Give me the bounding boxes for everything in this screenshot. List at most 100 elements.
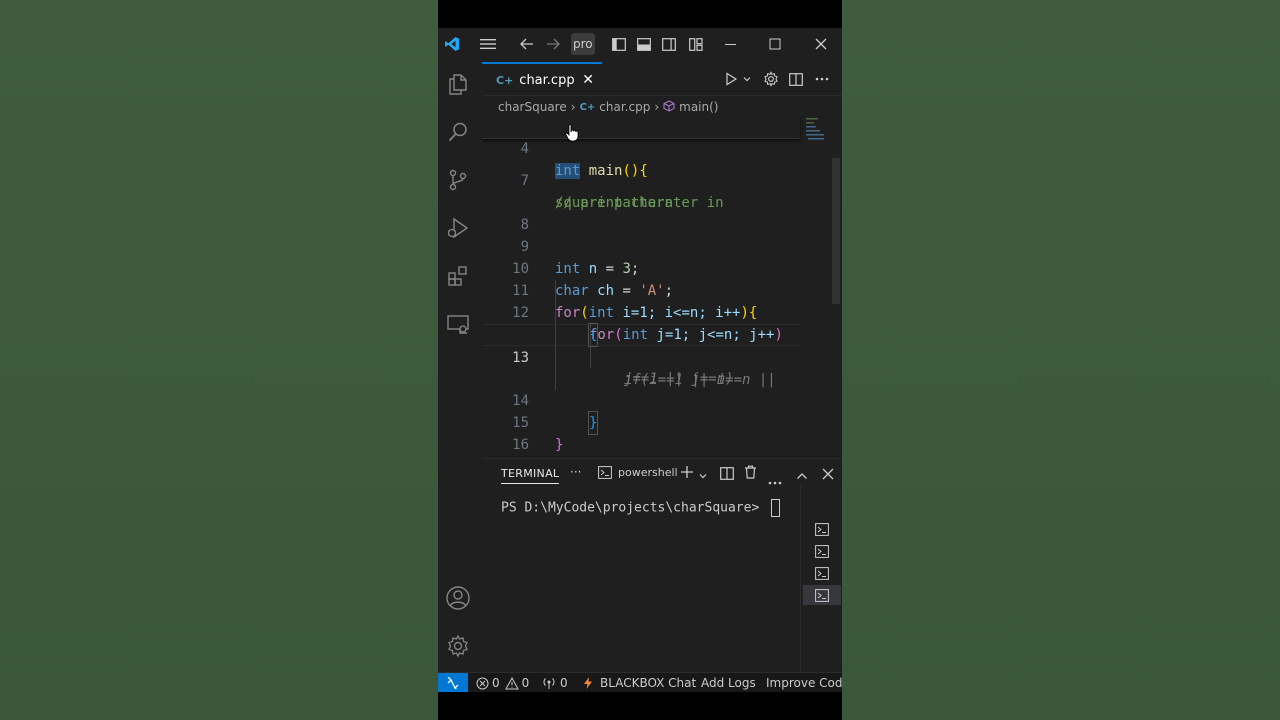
remote-indicator-icon[interactable] — [438, 673, 468, 692]
ports-indicator[interactable]: 0 — [542, 673, 568, 692]
code-line-11: 11 for(int i=1; i<=n; i++){ — [482, 258, 800, 321]
indent-guide — [590, 324, 591, 368]
terminal-cursor — [771, 499, 781, 517]
terminal-list — [800, 485, 842, 673]
toggle-panel-icon[interactable] — [635, 28, 653, 60]
extensions-icon[interactable] — [444, 262, 472, 290]
tab-terminal[interactable]: TERMINAL — [501, 467, 560, 484]
search-icon[interactable] — [444, 118, 472, 146]
line-number: 4 — [520, 141, 529, 157]
terminal-instance-icon[interactable] — [803, 519, 841, 539]
close-tab-icon[interactable]: ✕ — [582, 72, 594, 88]
forward-arrow-icon[interactable] — [544, 28, 562, 60]
minimize-icon[interactable] — [722, 28, 740, 60]
editor-tabs: C+ char.cpp ✕ — [482, 62, 842, 96]
vscode-logo-icon — [442, 28, 462, 60]
code-line-4: 4 int main(){ — [482, 116, 800, 179]
kill-terminal-trash-icon[interactable] — [744, 464, 757, 483]
chevron-right-icon: › — [654, 100, 660, 114]
hand-pointer-icon — [565, 124, 579, 146]
terminal-prompt: PS D:\MyCode\projects\charSquare> — [501, 500, 768, 516]
tab-label: char.cpp — [519, 72, 575, 88]
terminal-dropdown-chevron-icon[interactable] — [698, 466, 708, 485]
breadcrumb: charSquare › C+ char.cpp › main() — [498, 98, 723, 116]
keyword-int: int — [555, 163, 581, 179]
minimap[interactable] — [804, 116, 838, 146]
ports-count: 0 — [560, 676, 568, 690]
more-actions-icon[interactable] — [815, 62, 829, 96]
customize-layout-icon[interactable] — [687, 28, 705, 60]
editor-settings-gear-icon[interactable] — [763, 62, 779, 96]
tab-char-cpp[interactable]: C+ char.cpp ✕ — [482, 62, 602, 96]
remote-explorer-icon[interactable] — [444, 310, 472, 338]
close-panel-icon[interactable] — [822, 465, 834, 484]
indent-guide — [555, 280, 556, 390]
code-line-14: 14 } — [482, 368, 800, 435]
split-editor-icon[interactable] — [789, 62, 803, 96]
maximize-panel-chevron-up-icon[interactable] — [796, 466, 808, 485]
blackbox-chat-button[interactable]: BLACKBOX Chat — [584, 673, 696, 692]
lightning-icon — [584, 677, 592, 689]
shell-label: powershell — [618, 466, 678, 479]
problems-indicator[interactable]: 0 0 — [476, 673, 529, 692]
code-line-12-wrap: { — [482, 302, 800, 347]
accounts-icon[interactable] — [444, 584, 472, 612]
background-right — [842, 0, 1280, 720]
terminal-panel: TERMINAL ··· powershell PS D:\MyCode\pro… — [482, 458, 842, 673]
error-icon — [476, 677, 489, 689]
command-center-search[interactable]: pro — [571, 33, 595, 55]
terminal-icon — [598, 466, 612, 479]
panel-more-icon[interactable]: ··· — [570, 465, 581, 479]
breadcrumb-file[interactable]: char.cpp — [599, 100, 650, 114]
paren: () — [622, 163, 640, 179]
tabs-divider — [482, 95, 842, 96]
cpp-file-icon: C+ — [496, 73, 514, 87]
back-arrow-icon[interactable] — [518, 28, 536, 60]
warning-count: 0 — [521, 676, 530, 690]
close-window-icon[interactable] — [812, 28, 830, 60]
activity-bar — [438, 60, 478, 672]
code-line-15: 15 } — [482, 390, 800, 452]
code-line-13: 13 if(i==1 || i==n || — [482, 324, 800, 388]
split-terminal-icon[interactable] — [720, 465, 734, 484]
error-count: 0 — [492, 676, 500, 690]
title-bar: pro — [438, 28, 842, 60]
add-logs-button[interactable]: Add Logs — [701, 673, 756, 692]
code-line-17: 17 } — [482, 434, 800, 452]
settings-gear-icon[interactable] — [444, 632, 472, 660]
breadcrumb-symbol[interactable]: main() — [679, 100, 718, 114]
warning-icon — [504, 676, 519, 689]
sticky-scroll-header[interactable]: 4 int main(){ — [482, 116, 800, 179]
terminal-instance-icon[interactable] — [803, 563, 841, 583]
code-editor[interactable]: 7 // print charater in square pattern 8 … — [482, 116, 842, 452]
breadcrumb-folder[interactable]: charSquare — [498, 100, 567, 114]
terminal-instance-icon[interactable] — [803, 541, 841, 561]
new-terminal-plus-icon[interactable] — [680, 464, 694, 483]
source-control-icon[interactable] — [444, 166, 472, 194]
vscode-window: pro C+ char.cpp ✕ charSquare › C+ char.c… — [438, 28, 842, 692]
status-bar: 0 0 0 BLACKBOX Chat Add Logs Improve Cod… — [438, 672, 842, 692]
method-cube-icon — [663, 99, 675, 115]
code-line-12: 12 for(int j=1; j<=n; j++) — [482, 280, 800, 343]
video-frame: pro C+ char.cpp ✕ charSquare › C+ char.c… — [438, 0, 842, 720]
run-dropdown-chevron-icon[interactable] — [742, 62, 752, 96]
cpp-file-icon: C+ — [579, 101, 596, 113]
explorer-icon[interactable] — [444, 70, 472, 98]
terminal-output[interactable]: PS D:\MyCode\projects\charSquare> — [501, 499, 781, 517]
toggle-secondary-sidebar-icon[interactable] — [660, 28, 678, 60]
menu-icon[interactable] — [478, 28, 498, 60]
code-line-9: 9 int n = 3; — [482, 214, 800, 277]
chevron-right-icon: › — [570, 100, 576, 114]
code-line-13-wrap: j==1 || j==n) — [482, 346, 800, 387]
toggle-sidebar-icon[interactable] — [610, 28, 628, 60]
run-debug-icon[interactable] — [444, 214, 472, 242]
improve-code-button[interactable]: Improve Code — [766, 673, 842, 692]
terminal-shell-selector[interactable]: powershell — [598, 466, 678, 479]
terminal-more-icon[interactable] — [768, 470, 782, 489]
maximize-icon[interactable] — [766, 28, 784, 60]
vertical-scrollbar[interactable] — [832, 158, 840, 304]
code-line-16: 16 — [482, 412, 800, 452]
function-name: main — [588, 163, 623, 179]
run-code-icon[interactable] — [724, 62, 738, 96]
terminal-instance-icon[interactable] — [803, 585, 841, 605]
